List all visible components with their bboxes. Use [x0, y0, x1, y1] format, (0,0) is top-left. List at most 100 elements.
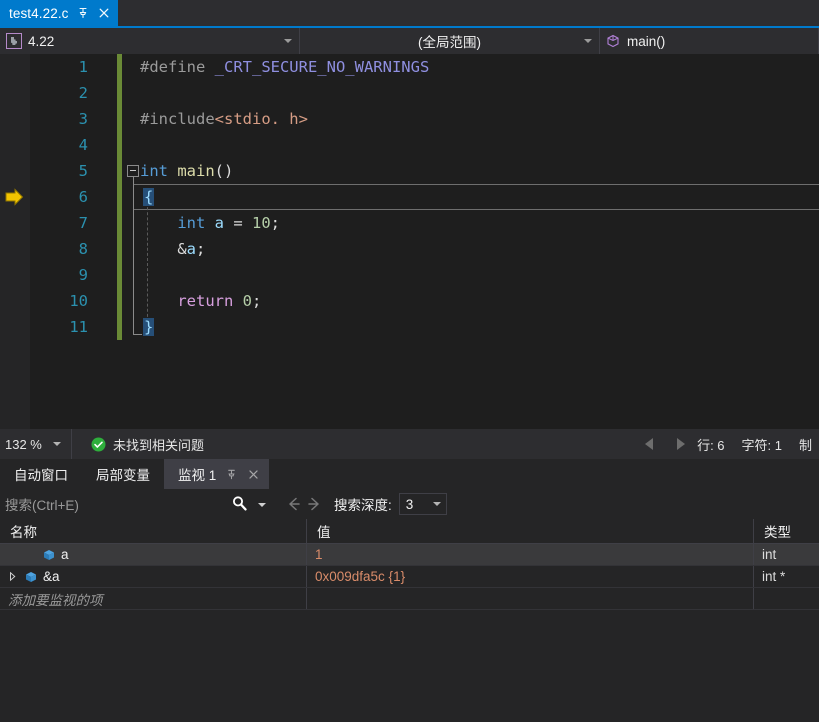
watch-value-cell[interactable]: 1	[307, 544, 754, 565]
add-watch-value-cell[interactable]	[307, 588, 754, 609]
tab-watch-1-label: 监视 1	[178, 468, 217, 483]
insert-mode-indicator: 制	[799, 437, 813, 453]
triangle-right-icon[interactable]	[677, 438, 686, 450]
search-depth-dropdown[interactable]: 3	[398, 493, 447, 515]
pin-icon[interactable]	[225, 468, 238, 481]
tab-autos-label: 自动窗口	[14, 468, 68, 483]
column-header-type[interactable]: 类型	[754, 519, 819, 543]
line-number: 9	[78, 266, 88, 284]
tab-watch-1[interactable]: 监视 1	[164, 459, 270, 489]
watch-grid: 名称 值 类型 a 1 int &a 0x009dfa5c {1} int * …	[0, 519, 819, 610]
close-icon[interactable]	[247, 468, 260, 481]
line-content: #include<stdio. h>	[140, 106, 308, 132]
search-icon[interactable]	[231, 495, 248, 512]
add-watch-placeholder[interactable]: 添加要监视的项	[0, 588, 307, 609]
navigation-bar: 4.22 (全局范围) main()	[0, 28, 819, 54]
line-number: 8	[78, 240, 88, 258]
zoom-level-dropdown[interactable]: 132 %	[0, 429, 72, 459]
editor-status-bar: 132 % 未找到相关问题 行: 6 字符: 1 制	[0, 429, 819, 459]
line-number: 3	[78, 110, 88, 128]
code-line[interactable]: 8 &a;	[0, 236, 819, 262]
token: 10	[252, 214, 271, 232]
watch-search-row: 搜索(Ctrl+E) 搜索深度: 3	[0, 489, 819, 519]
watch-name-cell[interactable]: &a	[0, 566, 307, 587]
chevron-down-icon[interactable]	[284, 39, 292, 43]
token: _CRT_SECURE_NO_WARNINGS	[214, 58, 430, 76]
table-row[interactable]: a 1 int	[0, 544, 819, 566]
variable-icon	[24, 570, 38, 584]
arrow-right-icon[interactable]	[304, 494, 326, 514]
close-icon[interactable]	[97, 6, 111, 20]
line-content: #define _CRT_SECURE_NO_WARNINGS	[140, 54, 429, 80]
line-content: &a;	[140, 236, 205, 262]
line-number: 10	[69, 292, 88, 310]
arrow-left-icon[interactable]	[282, 494, 304, 514]
debug-window-tabs: 自动窗口 局部变量 监视 1	[0, 459, 819, 489]
line-content: int main()	[140, 158, 233, 184]
chevron-down-icon[interactable]	[53, 442, 61, 446]
code-line[interactable]: 1 #define _CRT_SECURE_NO_WARNINGS	[0, 54, 819, 80]
code-line[interactable]: 7 int a = 10;	[0, 210, 819, 236]
table-row[interactable]: &a 0x009dfa5c {1} int *	[0, 566, 819, 588]
pin-icon[interactable]	[76, 6, 90, 20]
search-input[interactable]: 搜索(Ctrl+E)	[0, 492, 282, 516]
add-watch-type-cell	[754, 588, 819, 609]
token: int	[177, 214, 215, 232]
expander-icon[interactable]	[6, 570, 19, 583]
function-dropdown-label: main()	[627, 33, 666, 49]
triangle-left-icon[interactable]	[645, 438, 654, 450]
chevron-down-icon[interactable]	[258, 503, 266, 507]
add-watch-row[interactable]: 添加要监视的项	[0, 588, 819, 610]
code-line[interactable]: 11 }	[0, 314, 819, 340]
line-content: return 0;	[140, 288, 261, 314]
scope-dropdown-label: (全局范围)	[418, 35, 481, 50]
check-circle-icon	[91, 437, 106, 452]
token: &	[177, 240, 187, 258]
project-dropdown[interactable]: 4.22	[0, 28, 300, 54]
chevron-down-icon[interactable]	[584, 39, 592, 43]
column-header-value[interactable]: 值	[307, 519, 754, 543]
column-header-name[interactable]: 名称	[0, 519, 307, 543]
issue-status-label: 未找到相关问题	[113, 437, 205, 453]
watch-panel: 自动窗口 局部变量 监视 1 搜索(Ctrl+E) 搜索深度: 3 名称 值 类…	[0, 459, 819, 722]
line-number: 11	[69, 318, 88, 336]
watch-name-cell[interactable]: a	[0, 544, 307, 565]
token: #include	[140, 110, 215, 128]
tab-locals-label: 局部变量	[96, 468, 150, 483]
watch-name-label: a	[61, 547, 69, 562]
token: ;	[270, 214, 281, 232]
watch-name-label: &a	[43, 569, 60, 584]
scope-dropdown[interactable]: (全局范围)	[300, 28, 600, 54]
watch-value-cell[interactable]: 0x009dfa5c {1}	[307, 566, 754, 587]
search-depth-label: 搜索深度:	[334, 498, 392, 513]
watch-grid-header: 名称 值 类型	[0, 519, 819, 544]
token: ;	[252, 292, 262, 310]
document-tab-label: test4.22.c	[9, 5, 69, 21]
code-line[interactable]: 3 #include<stdio. h>	[0, 106, 819, 132]
code-line[interactable]: 4	[0, 132, 819, 158]
document-tab-test422c[interactable]: test4.22.c	[0, 0, 118, 26]
code-line-current[interactable]: 6 {	[0, 184, 819, 210]
function-dropdown[interactable]: main()	[600, 28, 819, 54]
tab-locals[interactable]: 局部变量	[82, 459, 164, 489]
tab-autos[interactable]: 自动窗口	[0, 459, 82, 489]
code-editor[interactable]: 1 #define _CRT_SECURE_NO_WARNINGS 2 3 #i…	[0, 54, 819, 429]
caret-position-info: 行: 6 字符: 1 制	[697, 435, 813, 454]
token: int	[140, 162, 178, 180]
search-placeholder: 搜索(Ctrl+E)	[5, 498, 79, 513]
code-line[interactable]: 9	[0, 262, 819, 288]
chevron-down-icon[interactable]	[432, 502, 441, 506]
matching-brace: {	[143, 188, 155, 206]
token: 0	[242, 292, 252, 310]
code-line[interactable]: 5 int main()	[0, 158, 819, 184]
code-lines[interactable]: 1 #define _CRT_SECURE_NO_WARNINGS 2 3 #i…	[0, 54, 819, 429]
code-line[interactable]: 10 return 0;	[0, 288, 819, 314]
variable-icon	[42, 548, 56, 562]
line-number: 6	[78, 188, 88, 206]
code-line[interactable]: 2	[0, 80, 819, 106]
char-indicator: 字符: 1	[741, 437, 782, 453]
document-tabstrip: test4.22.c	[0, 0, 819, 26]
